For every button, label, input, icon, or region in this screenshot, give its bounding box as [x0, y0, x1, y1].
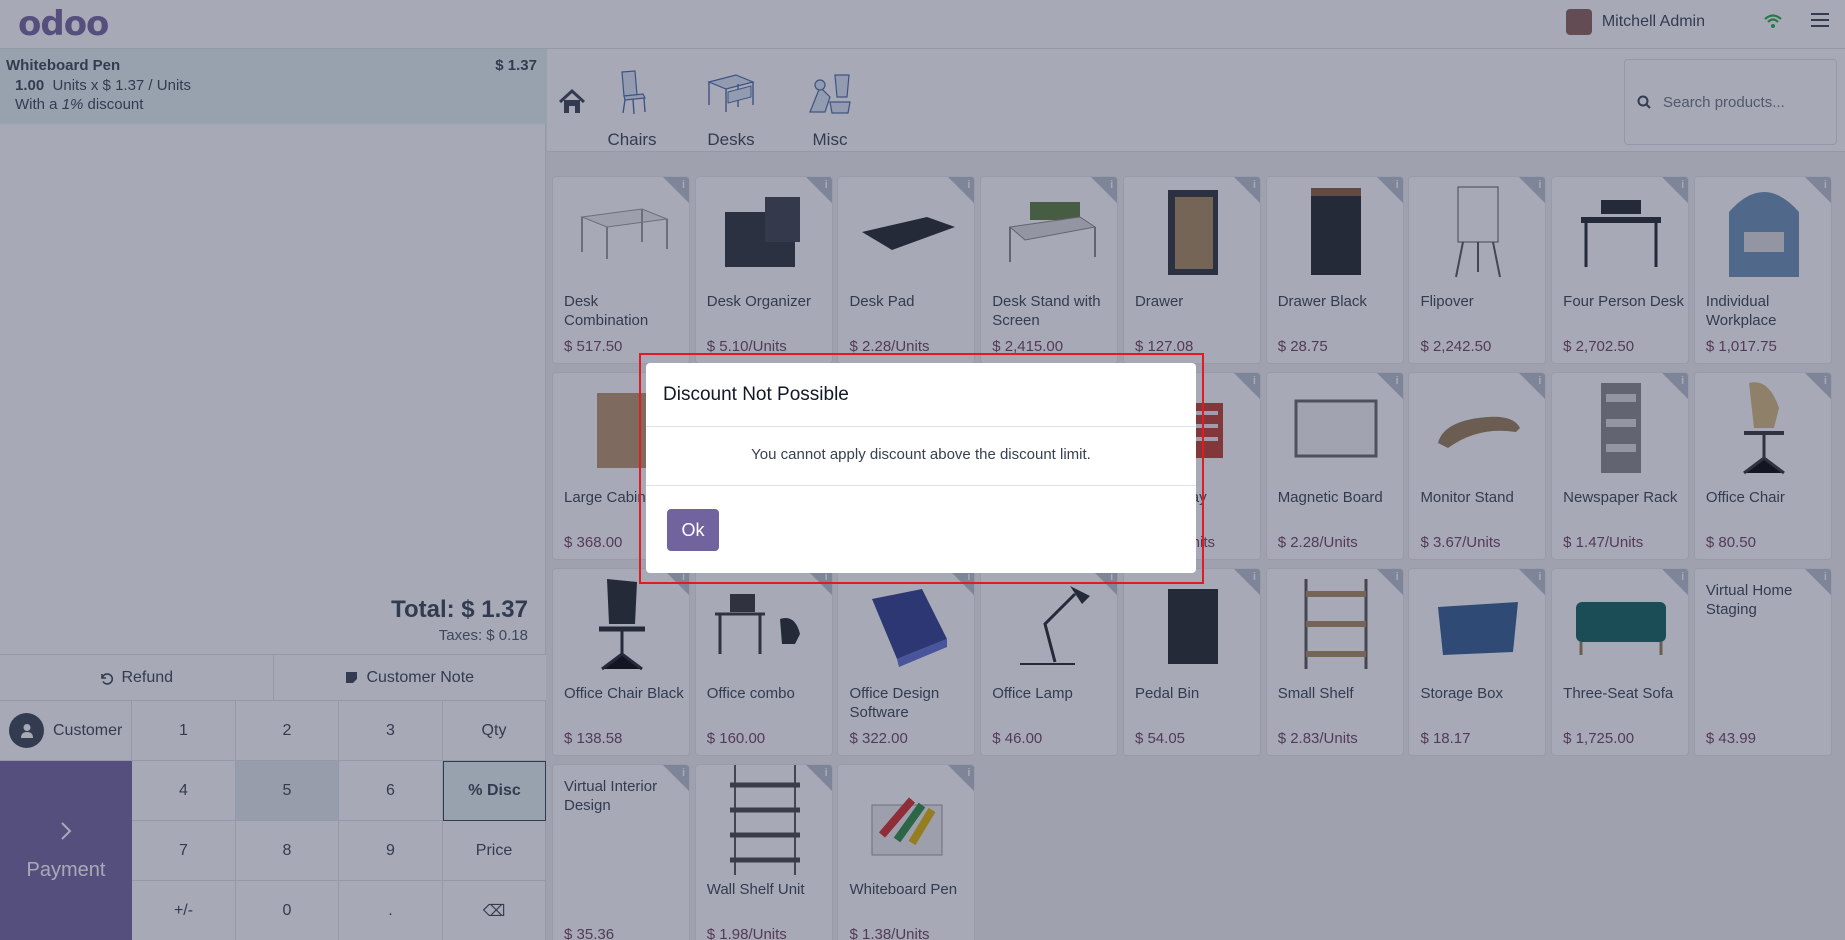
discount-dialog: Discount Not Possible You cannot apply d…: [646, 363, 1196, 573]
ok-button[interactable]: Ok: [667, 509, 719, 551]
dialog-message: You cannot apply discount above the disc…: [751, 446, 1091, 463]
divider: [646, 485, 1196, 486]
dialog-title: Discount Not Possible: [663, 384, 849, 405]
divider: [646, 426, 1196, 427]
